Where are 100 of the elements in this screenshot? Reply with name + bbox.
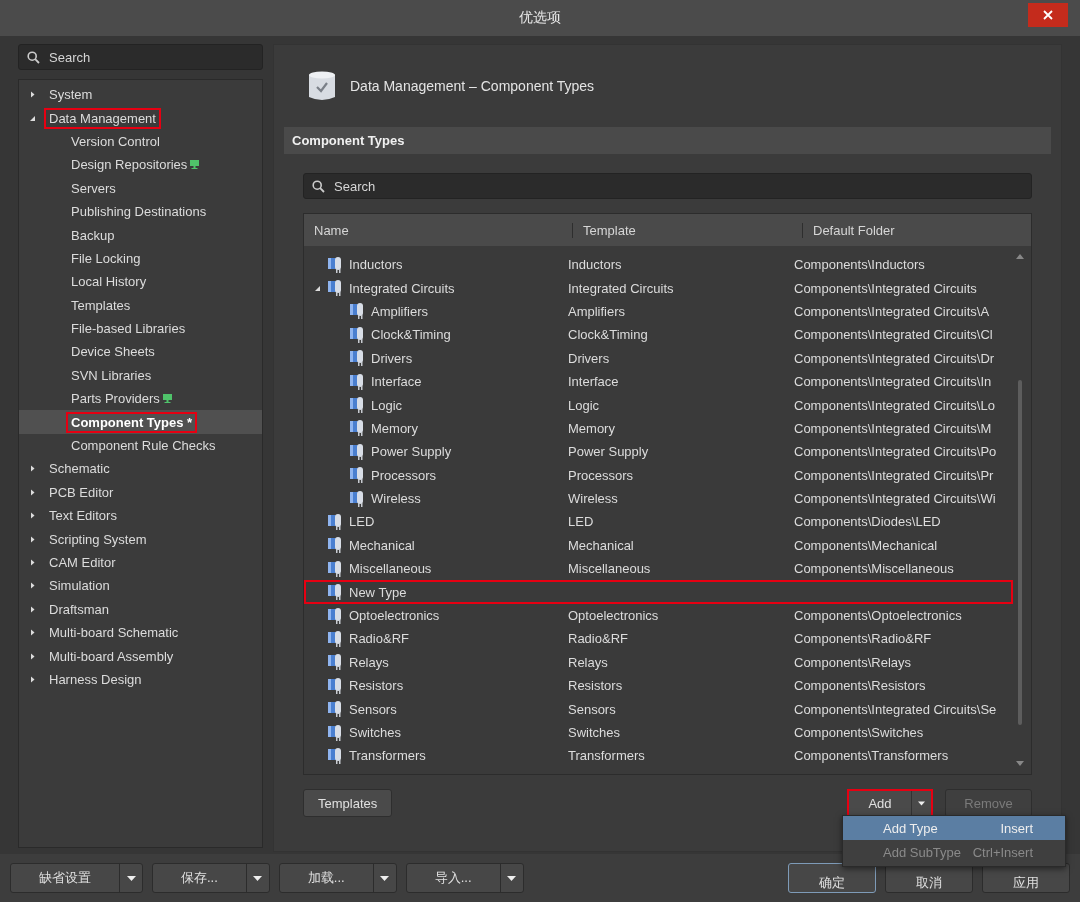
folder-cell: Components\Integrated Circuits\Pr <box>794 467 994 483</box>
component-icon <box>327 746 343 765</box>
tree-subitem[interactable]: Parts Providers <box>19 387 262 411</box>
name-cell: Relays <box>349 654 389 670</box>
tree-subitem[interactable]: File-based Libraries <box>19 316 262 341</box>
search-icon <box>27 50 40 64</box>
database-check-icon <box>308 70 336 102</box>
component-icon <box>327 723 343 742</box>
add-button[interactable]: Add <box>849 791 911 815</box>
expand-caret-icon[interactable] <box>29 512 36 520</box>
tree-subitem[interactable]: Local History <box>19 270 262 294</box>
tree-item-label: File-based Libraries <box>70 320 187 339</box>
template-cell: Processors <box>568 467 634 483</box>
tree-subitem[interactable]: Design Repositories <box>19 153 262 177</box>
column-header[interactable]: Name <box>314 222 349 238</box>
dropdown-arrow-icon <box>253 875 263 881</box>
expand-caret-icon[interactable] <box>29 535 36 543</box>
menu-item[interactable]: Add Type Insert <box>843 816 1065 840</box>
expand-caret-icon[interactable] <box>29 465 36 473</box>
tree-subitem[interactable]: Backup <box>19 223 262 247</box>
templates-button[interactable]: Templates <box>303 789 393 817</box>
template-cell: Integrated Circuits <box>568 280 674 296</box>
component-icon <box>327 629 343 648</box>
tree-subitem[interactable]: SVN Libraries <box>19 363 262 388</box>
tree-subitem[interactable]: File Locking <box>19 246 262 271</box>
template-cell: Relays <box>568 654 608 670</box>
footer-split-button[interactable]: 导入... <box>405 863 524 893</box>
tree-subitem[interactable]: Templates <box>19 293 262 317</box>
tree-item[interactable]: Harness Design <box>19 667 262 692</box>
expand-caret-icon[interactable] <box>29 488 36 496</box>
tree-item[interactable]: System <box>19 83 262 107</box>
name-cell: Resistors <box>349 678 404 694</box>
close-icon <box>1043 10 1053 20</box>
footer-button[interactable]: 加载... <box>279 864 374 892</box>
expand-caret-icon[interactable] <box>29 652 36 660</box>
close-button[interactable] <box>1028 3 1068 27</box>
tree-item[interactable]: Draftsman <box>19 597 262 621</box>
search-field[interactable]: Search <box>18 44 263 70</box>
tree-subitem[interactable]: Servers <box>19 176 262 200</box>
folder-cell: Components\Inductors <box>794 257 925 273</box>
tree-subitem[interactable]: Component Types * <box>19 410 262 434</box>
tree-item-label: PCB Editor <box>48 483 115 502</box>
name-cell: Mechanical <box>349 537 415 553</box>
folder-cell: Components\Resistors <box>794 678 926 694</box>
tree-item[interactable]: Simulation <box>19 574 262 598</box>
template-cell: Power Supply <box>568 444 649 460</box>
component-icon <box>327 583 343 602</box>
tree-subitem[interactable]: Publishing Destinations <box>19 199 262 224</box>
tree-item-label: Scripting System <box>48 530 148 549</box>
tree-item[interactable]: PCB Editor <box>19 480 262 505</box>
footer-split-button[interactable]: 缺省设置 <box>10 863 143 893</box>
expand-caret-icon[interactable] <box>29 91 36 99</box>
tree-subitem[interactable]: Device Sheets <box>19 340 262 364</box>
expand-caret-icon[interactable] <box>29 675 36 683</box>
component-icon <box>327 559 343 578</box>
tree-item[interactable]: CAM Editor <box>19 550 262 575</box>
expand-caret-icon[interactable] <box>29 559 36 566</box>
tree-item[interactable]: Scripting System <box>19 527 262 551</box>
template-cell: Memory <box>568 420 615 436</box>
expand-caret-icon[interactable] <box>29 629 36 637</box>
dropdown-arrow-icon <box>507 875 517 881</box>
template-cell: LED <box>568 514 594 530</box>
tree-subitem[interactable]: Version Control <box>19 129 262 154</box>
expand-caret-icon[interactable] <box>29 114 36 122</box>
footer-split-button[interactable]: 保存... <box>152 863 270 893</box>
scroll-up-icon[interactable] <box>1016 254 1024 259</box>
scroll-down-icon[interactable] <box>1016 761 1024 766</box>
dialog-button[interactable]: 确定 <box>788 863 876 893</box>
search-input[interactable]: Search <box>47 45 254 69</box>
tree-item[interactable]: Data Management <box>19 106 262 130</box>
expand-caret-icon[interactable] <box>29 605 36 613</box>
folder-cell: Components\Integrated Circuits <box>794 280 977 296</box>
footer-button[interactable]: 导入... <box>406 864 501 892</box>
tree-item[interactable]: Multi-board Schematic <box>19 621 262 645</box>
add-dropdown-button[interactable] <box>911 791 931 815</box>
name-cell: Wireless <box>371 491 421 507</box>
name-cell: Radio&RF <box>349 631 409 647</box>
tree-item-label: CAM Editor <box>48 554 117 572</box>
folder-cell: Components\Integrated Circuits\Lo <box>794 397 995 413</box>
name-cell: Logic <box>371 397 403 413</box>
footer-button[interactable]: 缺省设置 <box>11 864 120 892</box>
folder-cell: Components\Diodes\LED <box>794 514 941 530</box>
component-icon <box>349 325 365 344</box>
tree-item[interactable]: Schematic <box>19 457 262 481</box>
tree-item[interactable]: Text Editors <box>19 504 262 528</box>
expand-caret-icon[interactable] <box>29 582 36 590</box>
footer-button[interactable]: 保存... <box>153 864 247 892</box>
footer-split-button[interactable]: 加载... <box>278 863 397 893</box>
tree-subitem[interactable]: Component Rule Checks <box>19 433 262 458</box>
tree-item-label: SVN Libraries <box>70 366 153 385</box>
tree-item-label: Data Management <box>44 107 161 129</box>
name-cell: LED <box>349 514 375 530</box>
column-header[interactable]: Template <box>583 222 636 238</box>
column-header[interactable]: Default Folder <box>813 222 895 238</box>
folder-cell: Components\Relays <box>794 654 912 670</box>
name-cell: Clock&Timing <box>371 327 451 343</box>
template-cell: Logic <box>568 397 600 413</box>
expand-caret-icon[interactable] <box>314 284 321 292</box>
component-icon <box>349 419 365 438</box>
tree-item[interactable]: Multi-board Assembly <box>19 644 262 668</box>
